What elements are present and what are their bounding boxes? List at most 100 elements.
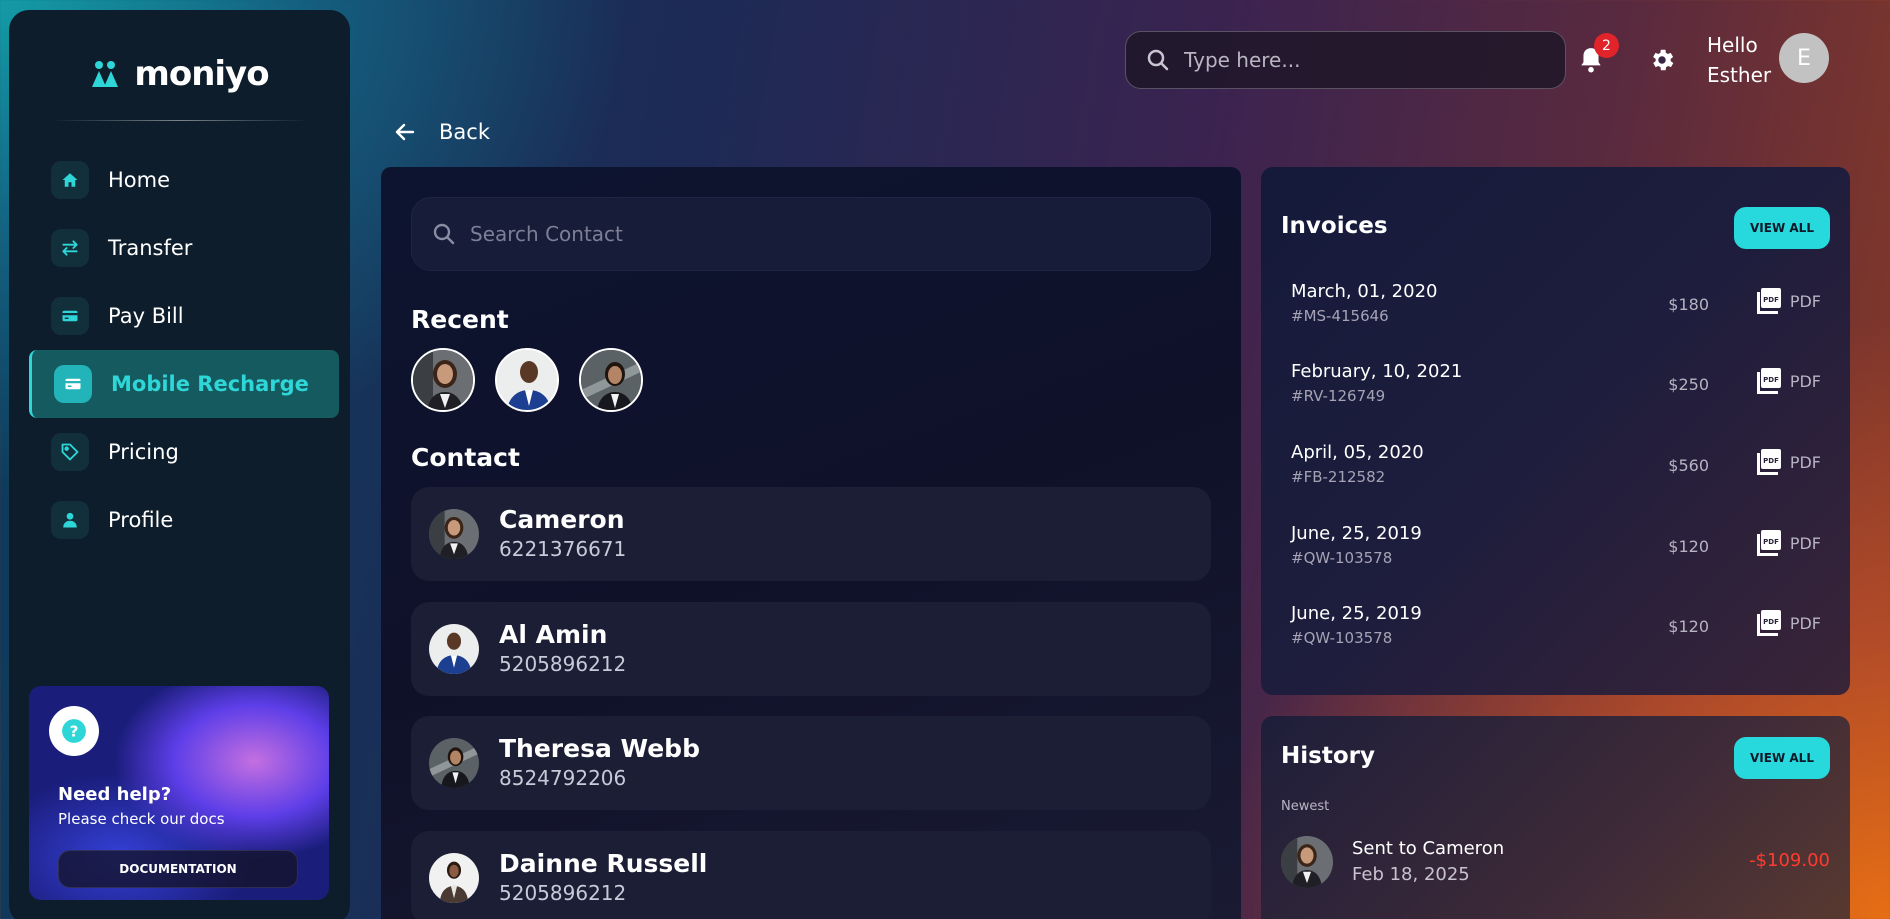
sidebar-item-label: Mobile Recharge — [111, 372, 309, 396]
global-search-input[interactable] — [1184, 48, 1544, 72]
contact-avatar — [429, 738, 479, 788]
invoice-row: March, 01, 2020 #MS-415646 $180 PDF PDF — [1291, 281, 1821, 341]
sidebar-item-mobile-recharge[interactable]: Mobile Recharge — [29, 350, 339, 418]
contact-avatar — [429, 853, 479, 903]
brand-name: moniyo — [134, 54, 269, 94]
user-avatar[interactable]: E — [1779, 33, 1829, 83]
sidebar-item-pay-bill[interactable]: Pay Bill — [29, 282, 339, 350]
contact-name: Theresa Webb — [499, 734, 700, 763]
back-link[interactable]: Back — [393, 120, 490, 144]
contact-phone: 5205896212 — [499, 652, 627, 676]
svg-text:PDF: PDF — [1763, 457, 1779, 465]
invoice-format: PDF — [1789, 533, 1821, 553]
recent-title: Recent — [411, 305, 509, 334]
invoice-id: #QW-103578 — [1291, 549, 1393, 567]
contact-avatar — [429, 509, 479, 559]
documentation-button[interactable]: DOCUMENTATION — [58, 850, 298, 888]
help-subtitle: Please check our docs — [58, 810, 225, 828]
invoice-pdf-download[interactable]: PDF PDF — [1756, 287, 1821, 315]
greeting-hello: Hello — [1707, 33, 1758, 57]
sidebar-item-profile[interactable]: Profile — [29, 486, 339, 554]
contact-item[interactable]: Theresa Webb 8524792206 — [411, 716, 1211, 810]
contact-search-input[interactable] — [470, 222, 1170, 246]
invoices-panel: Invoices VIEW ALL March, 01, 2020 #MS-41… — [1261, 167, 1850, 695]
global-search — [1125, 31, 1566, 89]
invoice-format: PDF — [1789, 452, 1821, 472]
help-title: Need help? — [58, 784, 172, 805]
invoice-date: February, 10, 2021 — [1291, 361, 1463, 382]
invoice-id: #RV-126749 — [1291, 387, 1386, 405]
brand-logo[interactable]: moniyo — [9, 54, 350, 94]
svg-text:?: ? — [70, 722, 79, 740]
arrow-left-icon — [395, 123, 415, 141]
greeting-username: Esther — [1707, 63, 1772, 87]
contact-phone: 6221376671 — [499, 537, 627, 561]
invoice-amount: $180 — [1668, 295, 1709, 314]
contact-name: Dainne Russell — [499, 849, 708, 878]
card-icon — [54, 365, 92, 403]
invoice-row: June, 25, 2019 #QW-103578 $120 PDF PDF — [1291, 603, 1821, 663]
transfer-icon — [51, 229, 89, 267]
search-icon — [433, 223, 455, 245]
invoice-pdf-download[interactable]: PDF PDF — [1756, 448, 1821, 476]
sidebar-item-label: Transfer — [108, 236, 193, 260]
svg-text:PDF: PDF — [1763, 538, 1779, 546]
sidebar-item-home[interactable]: Home — [29, 146, 339, 214]
svg-text:PDF: PDF — [1763, 296, 1779, 304]
history-group-label: Newest — [1281, 799, 1330, 814]
invoices-title: Invoices — [1281, 213, 1388, 239]
invoice-format: PDF — [1789, 291, 1821, 311]
pdf-icon: PDF — [1756, 449, 1781, 475]
contact-phone: 8524792206 — [499, 766, 627, 790]
invoice-amount: $120 — [1668, 617, 1709, 636]
history-panel: History VIEW ALL Newest Sent to Cameron … — [1261, 716, 1850, 919]
sidebar-item-pricing[interactable]: Pricing — [29, 418, 339, 486]
invoice-pdf-download[interactable]: PDF PDF — [1756, 529, 1821, 557]
sidebar: moniyo Home Transfer Pay Bill Mobile Rec — [9, 10, 350, 919]
invoice-amount: $120 — [1668, 537, 1709, 556]
invoices-view-all-button[interactable]: VIEW ALL — [1734, 207, 1830, 249]
contact-search — [411, 197, 1211, 271]
pdf-icon: PDF — [1756, 610, 1781, 636]
invoice-date: April, 05, 2020 — [1291, 442, 1424, 463]
invoice-format: PDF — [1789, 613, 1821, 633]
pdf-icon: PDF — [1756, 288, 1781, 314]
history-view-all-button[interactable]: VIEW ALL — [1734, 737, 1830, 779]
invoice-amount: $560 — [1668, 456, 1709, 475]
recent-avatar[interactable] — [411, 348, 475, 412]
invoice-row: June, 25, 2019 #QW-103578 $120 PDF PDF — [1291, 523, 1821, 583]
notification-count-badge: 2 — [1594, 33, 1619, 58]
tag-icon — [51, 433, 89, 471]
invoice-pdf-download[interactable]: PDF PDF — [1756, 367, 1821, 395]
contact-avatar — [429, 624, 479, 674]
sidebar-item-label: Pricing — [108, 440, 179, 464]
sidebar-nav: Home Transfer Pay Bill Mobile Recharge P… — [29, 146, 339, 554]
question-icon: ? — [49, 706, 99, 756]
recent-avatar[interactable] — [579, 348, 643, 412]
invoice-id: #QW-103578 — [1291, 629, 1393, 647]
pdf-icon: PDF — [1756, 530, 1781, 556]
contact-name: Al Amin — [499, 620, 608, 649]
invoice-date: March, 01, 2020 — [1291, 281, 1438, 302]
recent-contacts — [411, 348, 643, 412]
search-icon — [1147, 49, 1169, 71]
pdf-icon: PDF — [1756, 368, 1781, 394]
invoice-date: June, 25, 2019 — [1291, 603, 1422, 624]
moniyo-logo-icon — [92, 61, 119, 87]
sidebar-item-transfer[interactable]: Transfer — [29, 214, 339, 282]
back-label: Back — [439, 120, 490, 144]
contact-item[interactable]: Cameron 6221376671 — [411, 487, 1211, 581]
settings-gear-icon[interactable] — [1648, 46, 1676, 78]
history-title: History — [1281, 743, 1375, 769]
contact-item[interactable]: Dainne Russell 5205896212 — [411, 831, 1211, 919]
contact-item[interactable]: Al Amin 5205896212 — [411, 602, 1211, 696]
sidebar-item-label: Profile — [108, 508, 174, 532]
contacts-panel: Recent Contact Cameron 6221376671 Al Ami… — [381, 167, 1241, 919]
user-greeting: Hello Esther — [1707, 30, 1771, 90]
invoice-id: #MS-415646 — [1291, 307, 1389, 325]
history-item-title: Sent to Cameron — [1352, 838, 1505, 859]
sidebar-divider — [51, 120, 309, 121]
recent-avatar[interactable] — [495, 348, 559, 412]
invoice-pdf-download[interactable]: PDF PDF — [1756, 609, 1821, 637]
history-avatar — [1281, 836, 1333, 888]
